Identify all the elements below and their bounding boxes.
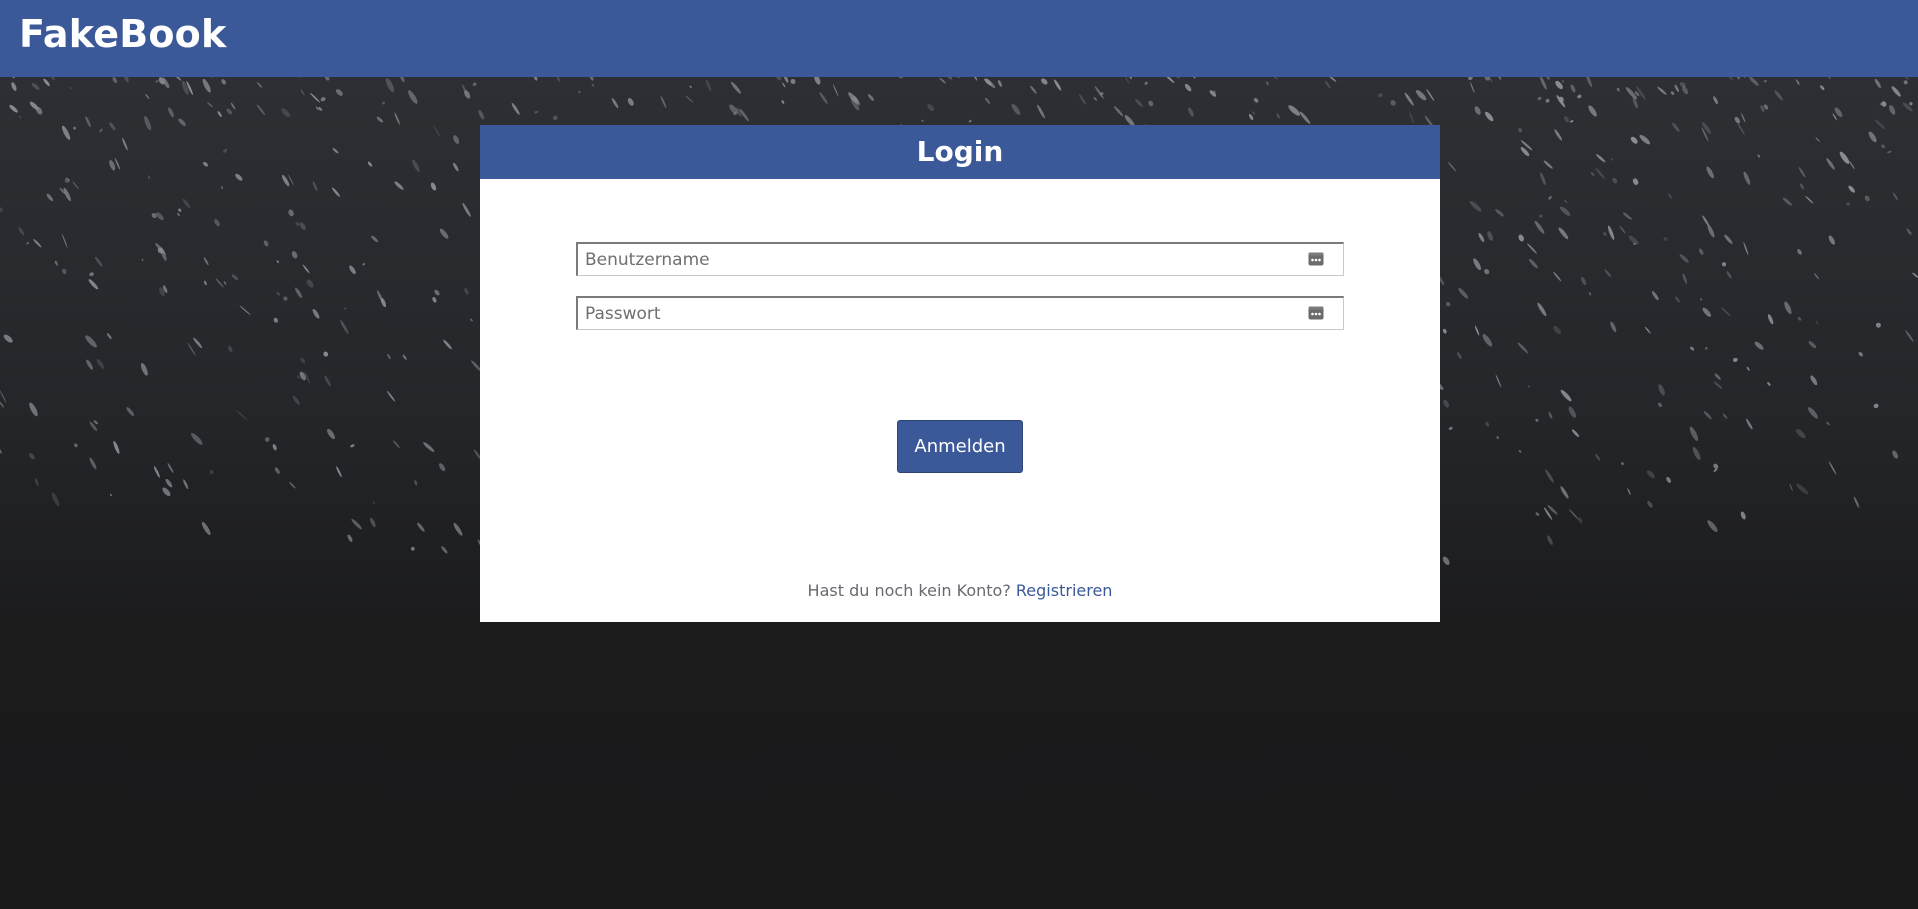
username-input[interactable] <box>578 244 1343 275</box>
login-title: Login <box>916 135 1004 168</box>
top-navbar: FakeBook <box>0 0 1918 77</box>
password-field[interactable] <box>576 296 1344 330</box>
password-input[interactable] <box>578 298 1343 329</box>
register-prompt-line: Hast du noch kein Konto? Registrieren <box>480 581 1440 601</box>
login-submit-button[interactable]: Anmelden <box>897 420 1023 473</box>
register-link[interactable]: Registrieren <box>1016 581 1113 600</box>
login-card-header: Login <box>480 125 1440 179</box>
username-field[interactable] <box>576 242 1344 276</box>
brand-logo[interactable]: FakeBook <box>19 10 226 58</box>
register-prompt-text: Hast du noch kein Konto? <box>807 581 1011 600</box>
login-card: Login Anmelden Hast du noch kein Konto? … <box>480 125 1440 622</box>
